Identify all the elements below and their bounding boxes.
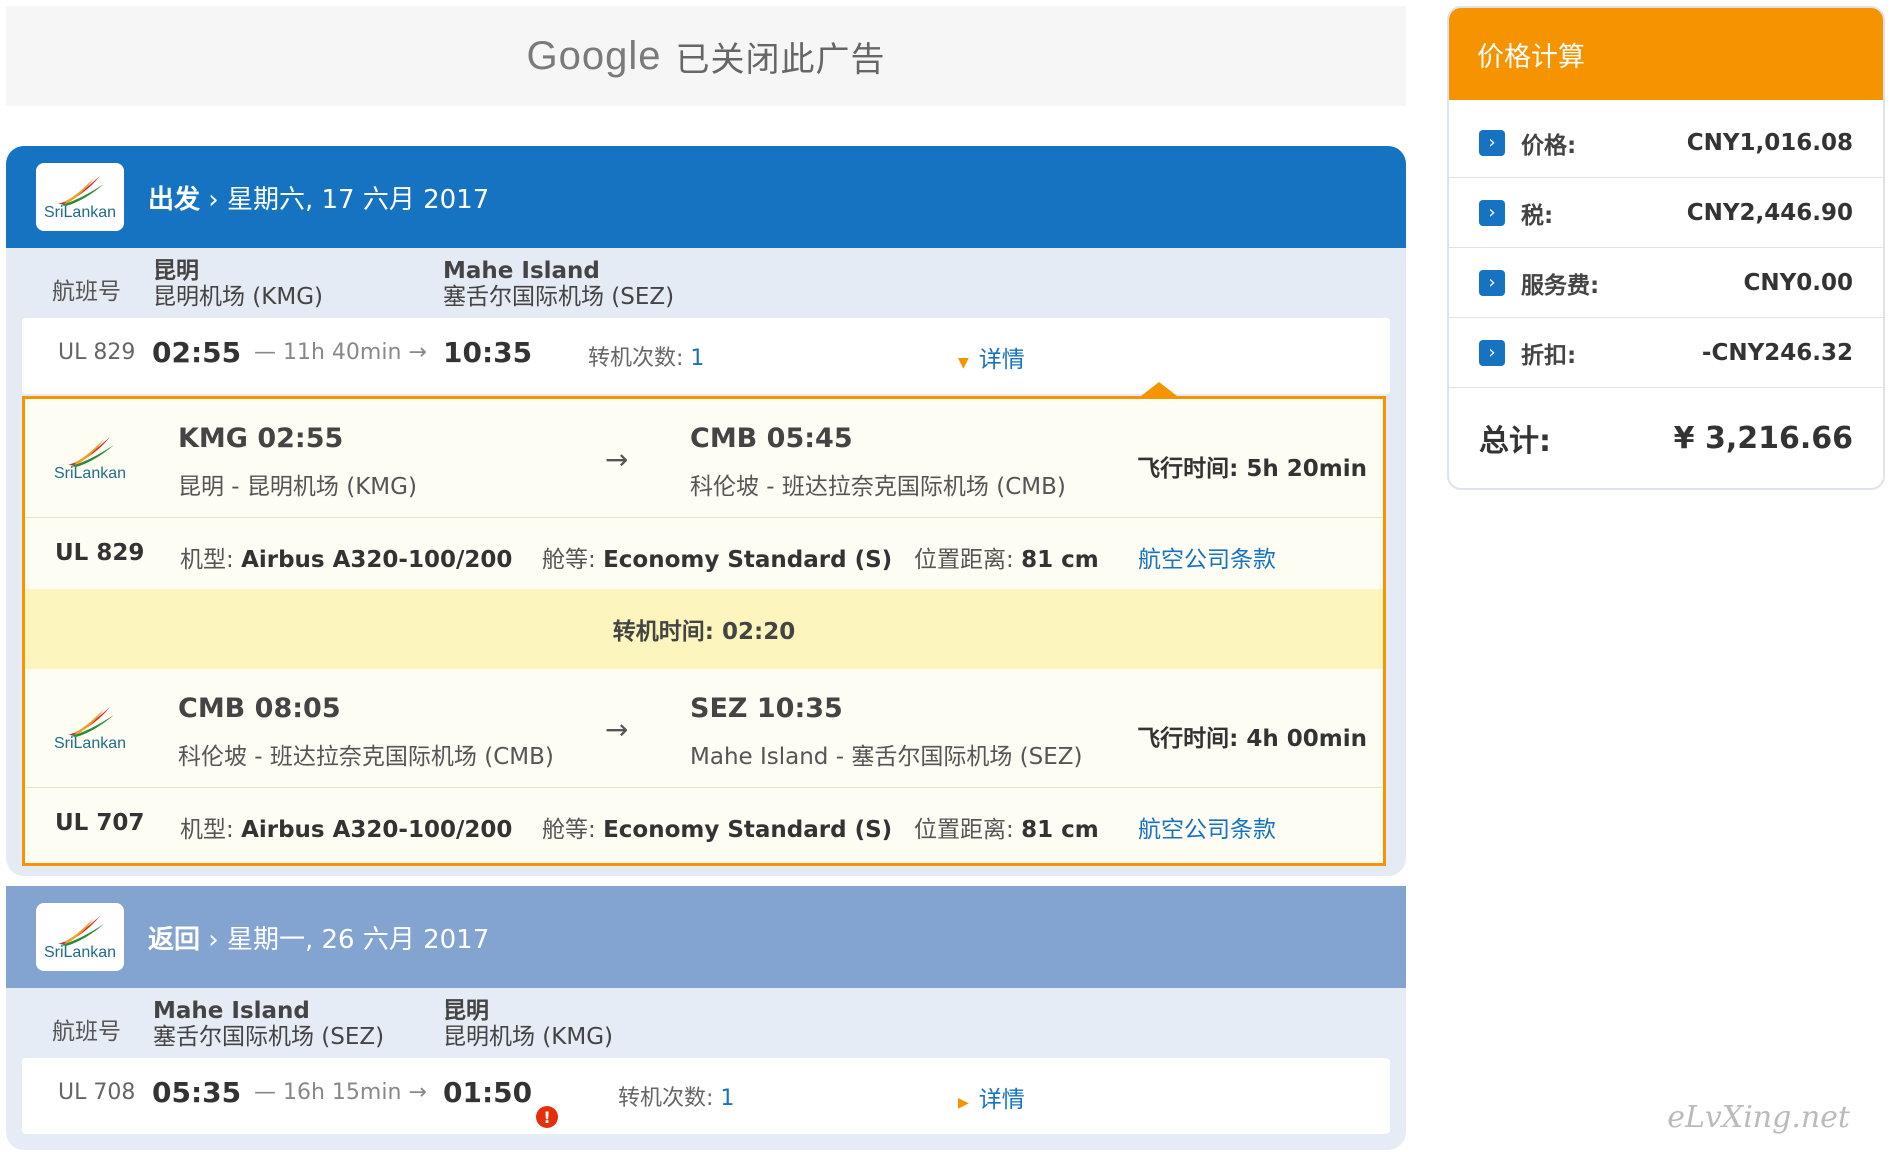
chevron-right-icon: ›: [1479, 129, 1505, 156]
flight-details-panel: SriLankan KMG 02:55 昆明 - 昆明机场 (KMG) → CM…: [22, 396, 1386, 866]
segment-2-info: UL 707 机型: Airbus A320-100/200 舱等: Econo…: [25, 787, 1383, 860]
stops-count: 转机次数: 1: [618, 1086, 735, 1111]
total-row: 总计: ¥ 3,216.66: [1479, 420, 1853, 460]
airline-logo: SriLankan: [36, 903, 124, 971]
airline-logo: SriLankan: [36, 163, 124, 231]
return-header-band: SriLankan 返回 › 星期一, 26 六月 2017: [6, 886, 1406, 988]
caret-down-icon: ▼: [958, 355, 969, 371]
return-title: 返回 › 星期一, 26 六月 2017: [148, 924, 490, 955]
tax-row: › 税: CNY2,446.90: [1449, 178, 1883, 248]
chevron-right-icon: ›: [1479, 269, 1505, 296]
price-row: › 价格: CNY1,016.08: [1449, 108, 1883, 178]
airline-terms-link[interactable]: 航空公司条款: [1138, 810, 1276, 844]
ad-closed-text: 已关闭此广告: [675, 39, 886, 80]
chevron-right-icon: ›: [1479, 199, 1505, 226]
segment-1: SriLankan KMG 02:55 昆明 - 昆明机场 (KMG) → CM…: [25, 399, 1383, 517]
return-flight-card: SriLankan 返回 › 星期一, 26 六月 2017 航班号 Mahe …: [6, 886, 1406, 1150]
outbound-title: 出发 › 星期六, 17 六月 2017: [148, 184, 490, 215]
arrow-right-icon: →: [605, 713, 629, 746]
srilankan-peacock-icon: [58, 176, 104, 206]
watermark: eLvXing.net: [1667, 1100, 1850, 1135]
destination-header: Mahe Island 塞舌尔国际机场 (SEZ): [443, 258, 675, 310]
price-calculation-panel: 价格计算 › 价格: CNY1,016.08 › 税: CNY2,446.90 …: [1447, 6, 1885, 490]
airline-logo: SriLankan: [45, 689, 135, 767]
return-column-header: 航班号 Mahe Island 塞舌尔国际机场 (SEZ) 昆明 昆明机场 (KMG…: [52, 998, 614, 1050]
srilankan-peacock-icon: [58, 916, 104, 946]
segment-2: SriLankan CMB 08:05 科伦坡 - 班达拉奈克国际机场 (CMB…: [25, 669, 1383, 787]
origin-header: Mahe Island 塞舌尔国际机场 (SEZ): [153, 998, 385, 1050]
details-toggle[interactable]: ▶ 详情: [958, 1080, 1025, 1114]
srilankan-peacock-icon: [68, 437, 114, 467]
price-title: 价格计算: [1449, 8, 1883, 100]
segment-1-info: UL 829 机型: Airbus A320-100/200 舱等: Econo…: [25, 517, 1383, 590]
origin-header: 昆明 昆明机场 (KMG): [153, 258, 324, 310]
return-summary-row[interactable]: UL 708 05:35 — 16h 15min → 01:50 ! 转机次数:…: [22, 1058, 1390, 1134]
outbound-column-header: 航班号 昆明 昆明机场 (KMG) Mahe Island 塞舌尔国际机场 (SEZ…: [52, 258, 675, 310]
google-logo: Google: [526, 33, 662, 78]
srilankan-peacock-icon: [68, 707, 114, 737]
airline-logo: SriLankan: [45, 419, 135, 497]
outbound-header-band: SriLankan 出发 › 星期六, 17 六月 2017: [6, 146, 1406, 248]
caret-right-icon: ▶: [958, 1095, 969, 1111]
connection-time: 转机时间: 02:20: [25, 589, 1383, 669]
details-toggle[interactable]: ▼ 详情: [958, 340, 1025, 374]
arrow-right-icon: →: [605, 443, 629, 476]
service-fee-row: › 服务费: CNY0.00: [1449, 248, 1883, 318]
destination-header: 昆明 昆明机场 (KMG): [443, 998, 614, 1050]
closed-ad-banner: Google 已关闭此广告: [6, 6, 1406, 106]
details-pointer: [1141, 382, 1177, 396]
airline-terms-link[interactable]: 航空公司条款: [1138, 540, 1276, 574]
discount-row: › 折扣: -CNY246.32: [1449, 318, 1883, 388]
stops-count: 转机次数: 1: [588, 346, 705, 371]
chevron-right-icon: ›: [1479, 339, 1505, 366]
outbound-summary-row[interactable]: UL 829 02:55 — 11h 40min → 10:35 转机次数: 1…: [22, 318, 1390, 394]
